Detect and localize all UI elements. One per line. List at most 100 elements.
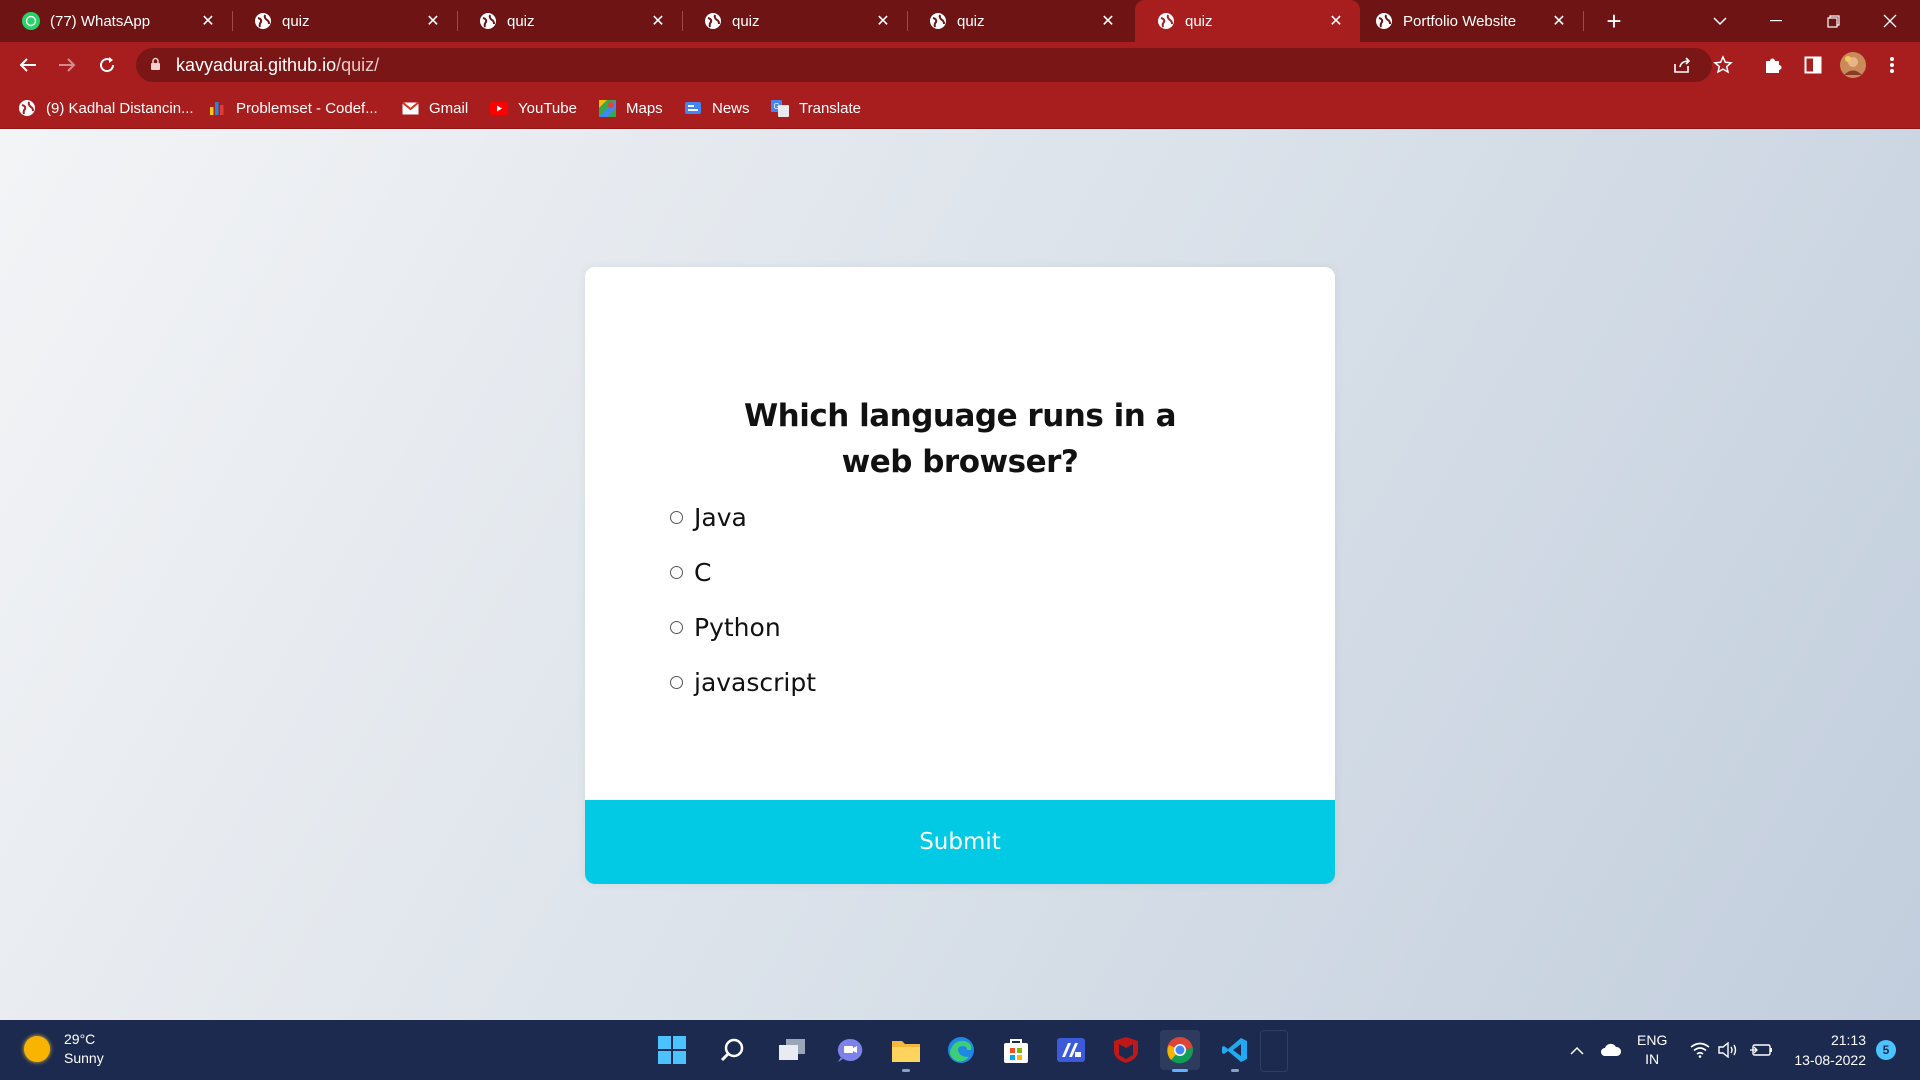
volume-button[interactable]	[1718, 1020, 1740, 1080]
tab-title: quiz	[1185, 12, 1213, 30]
notification-badge[interactable]: 5	[1876, 1040, 1896, 1060]
tab-title: Portfolio Website	[1403, 12, 1517, 30]
restore-button[interactable]	[1805, 0, 1861, 42]
store-button[interactable]	[996, 1030, 1036, 1070]
page-viewport: Which language runs in a web browser? Ja…	[0, 129, 1920, 1020]
close-icon[interactable]: ✕	[1326, 11, 1346, 31]
pinned-app-button[interactable]	[1051, 1030, 1091, 1070]
search-icon	[720, 1038, 744, 1062]
answer-list: Java C Python javascript	[670, 490, 816, 710]
teams-chat-icon	[837, 1038, 863, 1062]
task-view-button[interactable]	[772, 1030, 812, 1070]
bookmark-label: Problemset - Codef...	[236, 99, 378, 117]
bookmark-codeforces[interactable]: Problemset - Codef...	[208, 88, 378, 128]
language-indicator[interactable]: ENG IN	[1637, 1020, 1667, 1080]
battery-button[interactable]	[1750, 1020, 1772, 1080]
share-button[interactable]	[1666, 49, 1698, 81]
running-indicator	[1172, 1069, 1188, 1072]
close-icon[interactable]: ✕	[423, 11, 443, 31]
profile-avatar[interactable]	[1837, 49, 1869, 81]
bookmark-label: Maps	[626, 99, 663, 117]
bookmark-gmail[interactable]: Gmail	[401, 88, 468, 128]
back-button[interactable]	[12, 49, 44, 81]
tab-quiz-2[interactable]: quiz ✕	[457, 0, 682, 42]
answer-label[interactable]: Java	[694, 503, 747, 532]
address-bar[interactable]: kavyadurai.github.io/quiz/	[136, 48, 1712, 82]
lock-icon[interactable]	[150, 57, 161, 71]
forward-button[interactable]	[51, 49, 83, 81]
wifi-button[interactable]	[1690, 1020, 1710, 1080]
answer-label[interactable]: javascript	[694, 668, 816, 697]
submit-button[interactable]: Submit	[585, 800, 1335, 884]
bookmark-news[interactable]: News	[684, 88, 750, 128]
bookmark-maps[interactable]: Maps	[598, 88, 663, 128]
taskbar-search-button[interactable]	[712, 1030, 752, 1070]
bookmark-youtube[interactable]: YouTube	[490, 88, 577, 128]
edge-icon	[948, 1037, 974, 1063]
running-indicator	[1231, 1069, 1239, 1072]
radio-button[interactable]	[670, 511, 683, 524]
close-icon[interactable]: ✕	[648, 11, 668, 31]
onedrive-button[interactable]	[1600, 1020, 1622, 1080]
chrome-icon	[1167, 1037, 1194, 1064]
extensions-button[interactable]	[1757, 49, 1789, 81]
bookmark-star-button[interactable]	[1707, 49, 1739, 81]
answer-label[interactable]: C	[694, 558, 711, 587]
bookmark-label: Gmail	[429, 99, 469, 117]
language-line2: IN	[1645, 1051, 1660, 1067]
bookmark-kadhal[interactable]: (9) Kadhal Distancin...	[18, 88, 194, 128]
url-path: /quiz/	[336, 55, 380, 75]
reload-button[interactable]	[91, 49, 123, 81]
weather-widget[interactable]: 29°C Sunny	[24, 1030, 104, 1068]
answer-option[interactable]: javascript	[670, 655, 816, 710]
reload-icon	[100, 57, 115, 73]
bookmarks-bar: (9) Kadhal Distancin... Problemset - Cod…	[0, 88, 1920, 129]
close-icon[interactable]: ✕	[873, 11, 893, 31]
url-text[interactable]: kavyadurai.github.io/quiz/	[176, 55, 379, 76]
tab-search-button[interactable]	[1692, 0, 1748, 42]
file-explorer-button[interactable]	[886, 1030, 926, 1072]
new-tab-button[interactable]: +	[1598, 5, 1630, 37]
sun-icon	[24, 1036, 50, 1062]
clock[interactable]: 21:13 13-08-2022	[1786, 1030, 1866, 1070]
answer-option[interactable]: Java	[670, 490, 816, 545]
tab-quiz-4[interactable]: quiz ✕	[907, 0, 1132, 42]
chrome-taskbar-button[interactable]	[1160, 1030, 1200, 1072]
radio-button[interactable]	[670, 621, 683, 634]
mcafee-button[interactable]	[1106, 1030, 1146, 1070]
radio-button[interactable]	[670, 676, 683, 689]
edge-button[interactable]	[941, 1030, 981, 1070]
start-button[interactable]	[652, 1030, 692, 1070]
star-icon	[1713, 55, 1733, 74]
bookmark-label: Translate	[799, 99, 861, 117]
close-window-button[interactable]	[1862, 0, 1918, 42]
minimize-icon	[1770, 20, 1782, 22]
tab-quiz-1[interactable]: quiz ✕	[232, 0, 457, 42]
tab-strip: (77) WhatsApp ✕ quiz ✕ quiz ✕ quiz ✕ qui…	[0, 0, 1920, 42]
chevron-up-icon	[1570, 1046, 1584, 1055]
tab-quiz-active[interactable]: quiz ✕	[1135, 0, 1360, 42]
tab-separator	[1583, 11, 1584, 31]
tab-whatsapp[interactable]: (77) WhatsApp ✕	[0, 0, 232, 42]
side-panel-button[interactable]	[1797, 49, 1829, 81]
tab-portfolio[interactable]: Portfolio Website ✕	[1353, 0, 1583, 42]
globe-icon	[254, 12, 272, 30]
globe-icon	[1375, 12, 1393, 30]
tab-quiz-3[interactable]: quiz ✕	[682, 0, 907, 42]
chrome-menu-button[interactable]	[1876, 49, 1908, 81]
answer-option[interactable]: C	[670, 545, 816, 600]
news-icon	[684, 99, 702, 117]
vscode-button[interactable]	[1215, 1030, 1255, 1072]
answer-option[interactable]: Python	[670, 600, 816, 655]
cloud-icon	[1601, 1043, 1622, 1056]
close-icon[interactable]: ✕	[1098, 11, 1118, 31]
close-icon[interactable]: ✕	[1549, 11, 1569, 31]
radio-button[interactable]	[670, 566, 683, 579]
minimize-button[interactable]	[1748, 0, 1804, 42]
teams-chat-button[interactable]	[830, 1030, 870, 1070]
quiz-question: Which language runs in a web browser?	[743, 397, 1177, 480]
hidden-icons-button[interactable]	[1570, 1020, 1584, 1080]
close-icon[interactable]: ✕	[198, 11, 218, 31]
bookmark-translate[interactable]: G Translate	[771, 88, 861, 128]
answer-label[interactable]: Python	[694, 613, 781, 642]
